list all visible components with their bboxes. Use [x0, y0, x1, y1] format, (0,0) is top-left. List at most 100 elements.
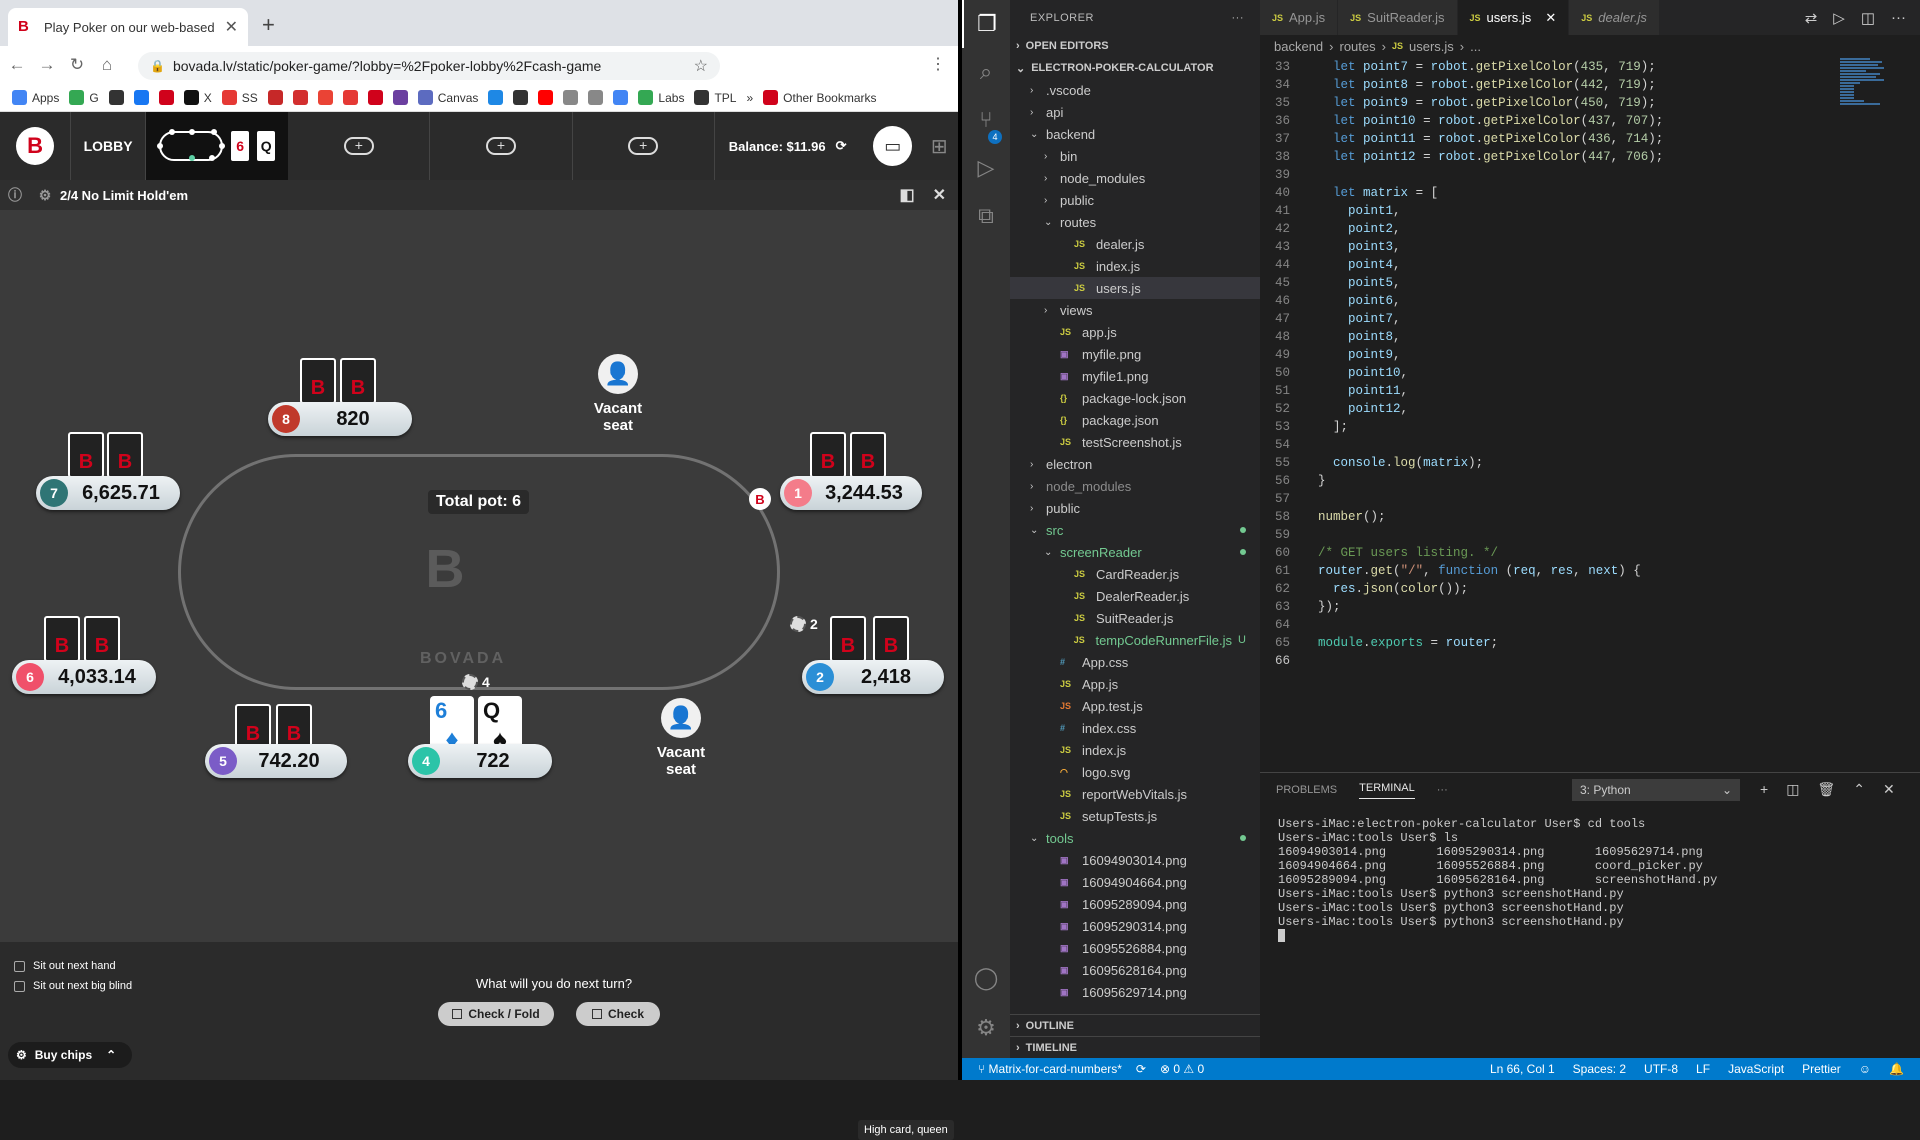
tab-app-js[interactable]: JS App.js [1260, 0, 1339, 35]
refresh-icon[interactable]: ⟳ [836, 138, 847, 154]
explorer-icon[interactable]: ❐ [962, 0, 1010, 48]
folder-item[interactable]: › views [1010, 299, 1260, 321]
bookmark-item[interactable] [588, 90, 604, 105]
folder-item[interactable]: › electron [1010, 453, 1260, 475]
add-table-button[interactable]: + [430, 112, 573, 180]
terminal-output[interactable]: Users-iMac:electron-poker-calculator Use… [1278, 817, 1717, 946]
close-tab-icon[interactable]: ✕ [225, 17, 238, 37]
file-item[interactable]: {} package.json [1010, 409, 1260, 431]
add-table-button[interactable]: + [288, 112, 431, 180]
current-table-tab[interactable]: 6 Q [146, 112, 289, 180]
formatter[interactable]: Prettier [1802, 1062, 1841, 1076]
bookmark-item[interactable] [317, 90, 333, 105]
bookmark-item[interactable] [367, 90, 383, 105]
bookmark-item[interactable] [267, 90, 283, 105]
account-icon[interactable]: ◯ [962, 954, 1010, 1002]
project-section[interactable]: ⌄ ELECTRON-POKER-CALCULATOR [1010, 57, 1260, 79]
file-item[interactable]: JS App.js [1010, 673, 1260, 695]
seat-8[interactable]: 8 820 [268, 402, 412, 436]
open-editors-section[interactable]: › OPEN EDITORS [1010, 35, 1260, 57]
folder-item[interactable]: ⌄ tools [1010, 827, 1260, 849]
bookmark-item[interactable] [342, 90, 358, 105]
bell-icon[interactable]: 🔔 [1889, 1062, 1904, 1076]
forward-icon[interactable]: → [34, 55, 60, 75]
search-icon[interactable]: ⌕ [962, 48, 1010, 96]
breadcrumb-item[interactable]: routes [1340, 39, 1376, 54]
bookmark-item[interactable]: SS [221, 90, 258, 105]
file-item[interactable]: JS App.test.js [1010, 695, 1260, 717]
manage-gear-icon[interactable]: ⚙ [962, 1004, 1010, 1052]
indentation[interactable]: Spaces: 2 [1573, 1062, 1626, 1076]
new-tab-icon[interactable]: + [262, 12, 275, 38]
file-item[interactable]: JS index.js [1010, 255, 1260, 277]
file-item[interactable]: JS setupTests.js [1010, 805, 1260, 827]
file-item[interactable]: ▣ 16094904664.png [1010, 871, 1260, 893]
bookmark-item[interactable] [133, 90, 149, 105]
settings-icon[interactable]: ⚙ [30, 187, 60, 204]
checkbox[interactable] [14, 960, 25, 972]
vacant-seat-bottom[interactable]: 👤 Vacant seat [641, 698, 721, 778]
window-icon[interactable]: ◧ [899, 185, 914, 205]
bookmark-item[interactable] [292, 90, 308, 105]
file-item[interactable]: ▣ myfile.png [1010, 343, 1260, 365]
file-item[interactable]: ▣ myfile1.png [1010, 365, 1260, 387]
tab-dealer-js[interactable]: JS dealer.js [1569, 0, 1660, 35]
tab-problems[interactable]: PROBLEMS [1276, 784, 1337, 796]
seat-1[interactable]: 1 3,244.53 [780, 476, 922, 510]
split-editor-icon[interactable]: ◫ [1861, 9, 1875, 27]
folder-item[interactable]: ⌄ backend [1010, 123, 1260, 145]
file-item[interactable]: ▣ 16095289094.png [1010, 893, 1260, 915]
trash-icon[interactable]: 🗑 [1817, 781, 1835, 798]
folder-item[interactable]: › node_modules [1010, 475, 1260, 497]
bookmark-item[interactable] [538, 90, 554, 105]
info-icon[interactable]: ⓘ [0, 185, 30, 205]
folder-item[interactable]: › .vscode [1010, 79, 1260, 101]
file-item[interactable]: ▣ 16095628164.png [1010, 959, 1260, 981]
compare-icon[interactable]: ⇄ [1805, 9, 1818, 27]
breadcrumb-item[interactable]: users.js [1409, 39, 1454, 54]
panel-more-icon[interactable]: ··· [1437, 784, 1448, 796]
file-item[interactable]: JS reportWebVitals.js [1010, 783, 1260, 805]
more-actions-icon[interactable]: ··· [1891, 9, 1906, 26]
run-icon[interactable]: ▷ [1833, 9, 1845, 27]
code-editor[interactable]: 33 let point7 = robot.getPixelColor(435,… [1260, 60, 1840, 780]
bookmark-item[interactable] [392, 90, 408, 105]
sync-icon[interactable]: ⟳ [1136, 1062, 1146, 1076]
eol[interactable]: LF [1696, 1062, 1710, 1076]
cursor-position[interactable]: Ln 66, Col 1 [1490, 1062, 1555, 1076]
add-table-button[interactable]: + [573, 112, 715, 180]
file-item[interactable]: JS dealer.js [1010, 233, 1260, 255]
tab-users-js[interactable]: JS users.js ✕ [1457, 0, 1570, 35]
reload-icon[interactable]: ↻ [64, 55, 90, 75]
problems-status[interactable]: ⊗ 0 ⚠ 0 [1160, 1062, 1204, 1076]
back-icon[interactable]: ← [4, 55, 30, 75]
file-item[interactable]: JS SuitReader.js [1010, 607, 1260, 629]
check-fold-button[interactable]: Check / Fold [438, 1002, 554, 1026]
lobby-button[interactable]: LOBBY [71, 112, 147, 180]
bookmark-item[interactable]: G [69, 90, 99, 105]
url-bar[interactable]: 🔒 bovada.lv/static/poker-game/?lobby=%2F… [138, 52, 720, 80]
file-item[interactable]: JS users.js [1010, 277, 1260, 299]
folder-item[interactable]: › public [1010, 497, 1260, 519]
extensions-icon[interactable]: ⧉ [962, 192, 1010, 240]
breadcrumb-item[interactable]: backend [1274, 39, 1323, 54]
check-button[interactable]: Check [576, 1002, 660, 1026]
outline-section[interactable]: › OUTLINE [1010, 1014, 1260, 1036]
buy-chips-button[interactable]: ⚙ Buy chips ⌃ [8, 1042, 132, 1068]
bookmark-item[interactable]: Other Bookmarks [763, 90, 877, 105]
encoding[interactable]: UTF-8 [1644, 1062, 1678, 1076]
close-table-icon[interactable]: ✕ [933, 185, 946, 205]
seat-2[interactable]: 2 2,418 [802, 660, 944, 694]
bovada-logo[interactable]: B [0, 112, 72, 180]
file-item[interactable]: # App.css [1010, 651, 1260, 673]
bookmark-item[interactable]: » [746, 91, 753, 105]
maximize-panel-icon[interactable]: ⌃ [1853, 781, 1865, 798]
grid-view-icon[interactable]: ⊞ [920, 112, 958, 180]
new-terminal-icon[interactable]: + [1760, 781, 1768, 798]
file-item[interactable]: ▣ 16094903014.png [1010, 849, 1260, 871]
file-item[interactable]: # index.css [1010, 717, 1260, 739]
bookmark-star-icon[interactable]: ☆ [694, 56, 708, 76]
branch[interactable]: ⑂ Matrix-for-card-numbers* [978, 1062, 1122, 1076]
bookmark-item[interactable]: X [183, 90, 212, 105]
tab-suitreader-js[interactable]: JS SuitReader.js [1338, 0, 1458, 35]
